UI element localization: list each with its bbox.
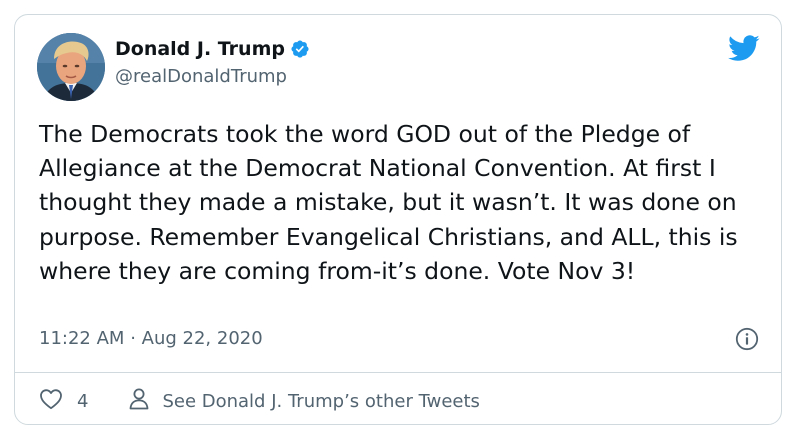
- tweet-text: The Democrats took the word GOD out of t…: [39, 120, 738, 285]
- tweet-time[interactable]: 11:22 AM: [39, 328, 124, 349]
- verified-badge-icon: [290, 39, 310, 59]
- like-count[interactable]: 4: [77, 391, 88, 412]
- divider: [15, 372, 781, 373]
- person-icon: [128, 387, 150, 416]
- user-handle[interactable]: @realDonaldTrump: [115, 66, 287, 87]
- action-bar: 4 See Donald J. Trump’s other Tweets: [39, 383, 480, 419]
- tweet-date[interactable]: Aug 22, 2020: [142, 328, 263, 349]
- heart-icon[interactable]: [39, 388, 63, 415]
- tweet-timestamp[interactable]: 11:22 AM · Aug 22, 2020: [39, 328, 263, 349]
- see-other-tweets-link[interactable]: See Donald J. Trump’s other Tweets: [128, 387, 480, 416]
- see-other-tweets-label[interactable]: See Donald J. Trump’s other Tweets: [162, 391, 479, 412]
- tweet-card[interactable]: Donald J. Trump @realDonaldTrump The Dem…: [14, 14, 782, 425]
- twitter-bird-icon[interactable]: [728, 35, 760, 66]
- info-icon[interactable]: [735, 327, 759, 355]
- meta-separator: ·: [130, 328, 136, 349]
- like-button[interactable]: 4: [39, 388, 88, 415]
- author-name-row: Donald J. Trump: [115, 38, 310, 60]
- avatar[interactable]: [37, 33, 105, 101]
- display-name[interactable]: Donald J. Trump: [115, 38, 285, 60]
